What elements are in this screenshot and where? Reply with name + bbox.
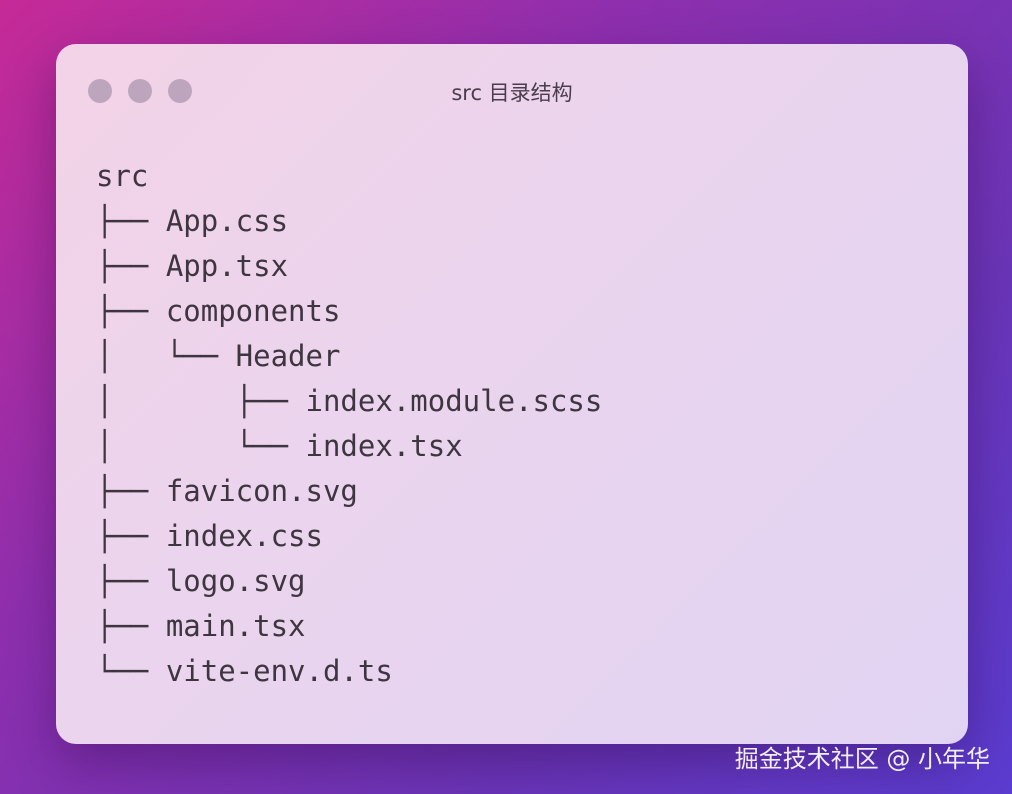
code-window: src 目录结构 src ├── App.css ├── App.tsx ├──… [56, 44, 968, 744]
tree-line: │ ├── index.module.scss [96, 384, 603, 418]
tree-line: │ └── index.tsx [96, 429, 463, 463]
watermark-text: 掘金技术社区 @ 小年华 [734, 745, 990, 773]
tree-line: └── vite-env.d.ts [96, 654, 393, 688]
directory-tree: src ├── App.css ├── App.tsx ├── componen… [96, 154, 602, 694]
tree-line: src [96, 159, 149, 193]
tree-line: ├── logo.svg [96, 564, 306, 598]
window-title: src 目录结构 [451, 81, 573, 105]
tree-line: │ └── Header [96, 339, 341, 373]
tree-line: ├── favicon.svg [96, 474, 358, 508]
tree-line: ├── main.tsx [96, 609, 306, 643]
window-titlebar: src 目录结构 [56, 44, 968, 138]
tree-line: ├── components [96, 294, 341, 328]
tree-line: ├── App.css [96, 204, 289, 238]
tree-line: ├── index.css [96, 519, 323, 553]
tree-line: ├── App.tsx [96, 249, 289, 283]
